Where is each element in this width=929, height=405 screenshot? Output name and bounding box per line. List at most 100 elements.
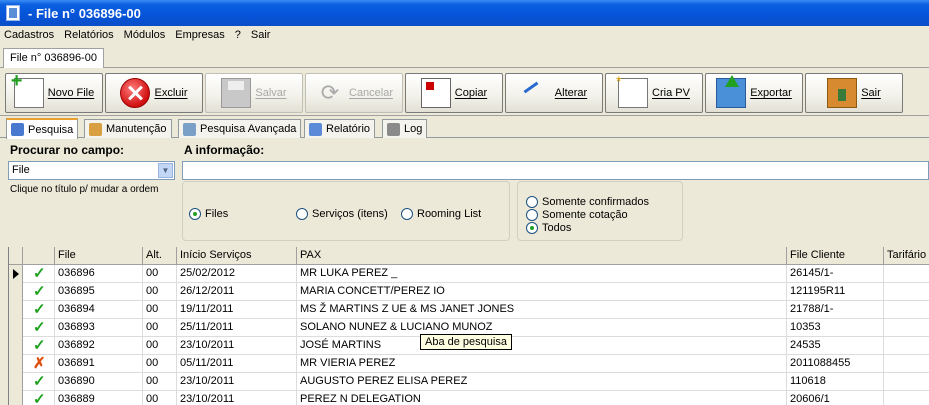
radio-todos[interactable]: Todos [526, 222, 571, 234]
header-file-cliente[interactable]: File Cliente [787, 247, 884, 265]
tab-pesquisa-avancada[interactable]: Pesquisa Avançada [178, 119, 302, 138]
table-row[interactable]: ✓ 036890 00 23/10/2011 AUGUSTO PEREZ ELISA P… [9, 373, 929, 391]
row-status: ✗ [23, 355, 55, 373]
header-inicio-servicos[interactable]: Início Serviços [177, 247, 297, 265]
advanced-search-icon [183, 122, 196, 136]
radio-dot [401, 208, 413, 220]
cell-file-cliente: 110618 [787, 373, 884, 391]
row-status: ✓ [23, 265, 55, 283]
radio-dot [526, 196, 538, 208]
export-button[interactable]: Exportar [705, 73, 803, 113]
log-icon [387, 122, 400, 136]
document-tabs: File n° 036896-00 [0, 44, 929, 68]
checkmark-icon: ✓ [33, 337, 46, 354]
tab-relatorio[interactable]: Relatório [304, 119, 376, 138]
radio-dot [189, 208, 201, 220]
row-indicator [9, 373, 23, 391]
checkmark-icon: ✓ [33, 265, 46, 282]
cell-file-cliente: 20606/1 [787, 391, 884, 405]
radio-somente-confirmados[interactable]: Somente confirmados [526, 196, 649, 208]
header-alt[interactable]: Alt. [143, 247, 177, 265]
cell-file: 036889 [55, 391, 143, 405]
copy-button[interactable]: Copiar [405, 73, 503, 113]
cell-inicio: 23/10/2011 [177, 337, 297, 355]
header-tarifario[interactable]: Tarifário [884, 247, 929, 265]
row-indicator [9, 265, 23, 283]
cancel-button[interactable]: ⟳ Cancelar [305, 73, 403, 113]
cell-file: 036894 [55, 301, 143, 319]
cell-tarifario [884, 301, 929, 319]
cell-pax: SOLANO NUNEZ & LUCIANO MUNOZ [297, 319, 787, 337]
cell-file: 036896 [55, 265, 143, 283]
document-tab[interactable]: File n° 036896-00 [3, 48, 104, 68]
radio-rooming-list[interactable]: Rooming List [401, 208, 481, 220]
tab-log[interactable]: Log [382, 119, 428, 138]
report-icon [309, 122, 322, 136]
table-row[interactable]: ✓ 036895 00 26/12/2011 MARIA CONCETT/PEREZ I… [9, 283, 929, 301]
search-panel: Procurar no campo: File ▼ A informação: … [0, 139, 929, 244]
save-icon [221, 78, 252, 108]
cell-alt: 00 [143, 337, 177, 355]
toolbar: Novo File Excluir Salvar ⟳ Cancelar Copi… [0, 70, 929, 116]
tab-manutencao[interactable]: Manutenção [84, 119, 172, 138]
cell-alt: 00 [143, 319, 177, 337]
menu-relatorios[interactable]: Relatórios [64, 29, 114, 41]
table-row[interactable]: ✓ 036894 00 19/11/2011 MS Ž MARTINS Z UE & M… [9, 301, 929, 319]
pencil-icon [521, 78, 551, 108]
cell-file-cliente: 10353 [787, 319, 884, 337]
cell-pax: PEREZ N DELEGATION [297, 391, 787, 405]
cell-inicio: 19/11/2011 [177, 301, 297, 319]
table-row[interactable]: ✓ 036889 00 23/10/2011 PEREZ N DELEGATION 206… [9, 391, 929, 405]
search-input[interactable] [182, 161, 929, 180]
chevron-down-icon[interactable]: ▼ [158, 163, 173, 178]
menu-cadastros[interactable]: Cadastros [4, 29, 54, 41]
row-status: ✓ [23, 319, 55, 337]
cell-tarifario [884, 283, 929, 301]
create-pv-button[interactable]: Cria PV [605, 73, 703, 113]
radio-dot [526, 209, 538, 221]
cell-file: 036893 [55, 319, 143, 337]
table-row[interactable]: ✗ 036891 00 05/11/2011 MR VIERIA PEREZ 201108… [9, 355, 929, 373]
cell-inicio: 25/02/2012 [177, 265, 297, 283]
cell-alt: 00 [143, 391, 177, 405]
row-status: ✓ [23, 337, 55, 355]
app-icon[interactable] [6, 5, 20, 21]
cancel-icon: ✗ [33, 355, 46, 372]
results-grid: File Alt. Início Serviços PAX File Clien… [8, 247, 929, 405]
edit-button[interactable]: Alterar [505, 73, 603, 113]
tab-pesquisa[interactable]: Pesquisa [6, 118, 79, 139]
export-icon [716, 75, 747, 108]
cell-file: 036891 [55, 355, 143, 373]
pencil-icon [89, 122, 102, 136]
exit-button[interactable]: Sair [805, 73, 903, 113]
radio-files[interactable]: Files [189, 208, 228, 220]
menu-sair[interactable]: Sair [251, 29, 271, 41]
delete-button[interactable]: Excluir [105, 73, 203, 113]
radio-servicos[interactable]: Serviços (itens) [296, 208, 388, 220]
menu-modulos[interactable]: Módulos [124, 29, 166, 41]
header-status[interactable] [23, 247, 55, 265]
cell-tarifario [884, 373, 929, 391]
cell-alt: 00 [143, 265, 177, 283]
menu-help[interactable]: ? [235, 29, 241, 41]
copy-icon [420, 78, 451, 108]
header-pax[interactable]: PAX [297, 247, 787, 265]
cell-inicio: 25/11/2011 [177, 319, 297, 337]
new-file-button[interactable]: Novo File [5, 70, 103, 113]
menu-empresas[interactable]: Empresas [175, 29, 225, 41]
sort-hint: Clique no título p/ mudar a ordem [10, 184, 159, 195]
row-pointer-icon [13, 269, 19, 279]
search-field-select[interactable]: File ▼ [8, 161, 175, 180]
cell-pax: MARIA CONCETT/PEREZ IO [297, 283, 787, 301]
radio-somente-cotacao[interactable]: Somente cotação [526, 209, 628, 221]
cell-tarifario [884, 319, 929, 337]
row-status: ✓ [23, 391, 55, 405]
checkmark-icon: ✓ [33, 319, 46, 336]
save-button[interactable]: Salvar [205, 73, 303, 113]
table-row[interactable]: ✓ 036896 00 25/02/2012 MR LUKA PEREZ _ 26145/… [9, 265, 929, 283]
cell-pax: MR LUKA PEREZ _ [297, 265, 787, 283]
cell-inicio: 23/10/2011 [177, 373, 297, 391]
header-file[interactable]: File [55, 247, 143, 265]
cell-file-cliente: 2011088455 [787, 355, 884, 373]
cell-alt: 00 [143, 355, 177, 373]
